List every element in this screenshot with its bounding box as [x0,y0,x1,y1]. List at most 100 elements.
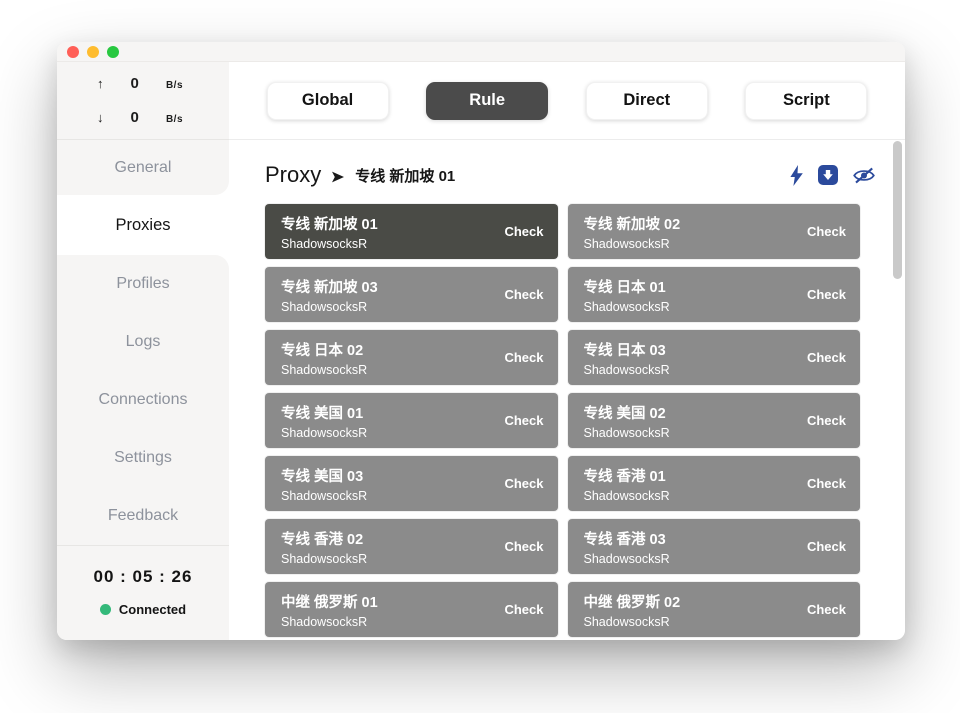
sidebar-item-general[interactable]: General [57,140,229,195]
check-button[interactable]: Check [504,287,543,302]
proxy-card[interactable]: 专线 美国 03 ShadowsocksR Check [265,456,558,511]
tab-rule[interactable]: Rule [426,82,548,120]
proxy-protocol: ShadowsocksR [281,237,378,251]
tab-direct[interactable]: Direct [586,82,708,120]
proxy-card[interactable]: 专线 香港 02 ShadowsocksR Check [265,519,558,574]
proxy-card[interactable]: 专线 日本 02 ShadowsocksR Check [265,330,558,385]
proxy-group-title: Proxy [265,162,321,188]
proxy-name: 专线 美国 02 [584,402,670,423]
proxy-card[interactable]: 中继 俄罗斯 02 ShadowsocksR Check [568,582,861,637]
proxy-card-info: 专线 美国 02 ShadowsocksR [584,402,670,440]
main-panel: Global Rule Direct Script Proxy 专线 新加坡 01 [229,62,905,639]
upload-speed-value: 0 [131,75,139,92]
proxy-card[interactable]: 专线 日本 01ShadowsocksR Check [568,267,861,322]
check-button[interactable]: Check [807,476,846,491]
sidebar-item-logs[interactable]: Logs [57,313,229,371]
proxy-name: 专线 日本 03 [584,339,670,360]
check-button[interactable]: Check [504,350,543,365]
proxy-card-info: 专线 日本 02 ShadowsocksR [281,339,367,377]
proxy-card-info: 专线 香港 03 ShadowsocksR [584,528,670,566]
proxy-card[interactable]: 专线 新加坡 01 ShadowsocksR Check [265,204,558,259]
lightning-icon[interactable] [790,165,803,186]
minimize-window-icon[interactable] [87,46,99,58]
check-button[interactable]: Check [504,476,543,491]
sidebar-nav: GeneralProxiesProfilesLogsConnectionsSet… [57,140,229,545]
proxy-name: 专线 美国 03 [281,465,367,486]
proxy-card[interactable]: 中继 俄罗斯 01ShadowsocksR Check [265,582,558,637]
check-button[interactable]: Check [807,287,846,302]
proxy-card-info: 专线 香港 02 ShadowsocksR [281,528,367,566]
traffic-speed-box: ↑ 0 B/s ↓ 0 B/s [57,62,229,140]
proxy-protocol: ShadowsocksR [584,552,670,566]
header-actions [790,165,875,186]
proxy-grid: 专线 新加坡 01 ShadowsocksR Check 专线 新加坡 02 Shado… [265,204,860,637]
proxy-name: 中继 俄罗斯 02 [584,591,681,612]
proxy-protocol: ShadowsocksR [281,615,378,629]
proxy-card-info: 专线 香港 01ShadowsocksR [584,465,670,503]
proxy-name: 专线 新加坡 01 [281,213,378,234]
proxy-card[interactable]: 专线 日本 03 ShadowsocksR Check [568,330,861,385]
proxy-card-info: 专线 新加坡 02 ShadowsocksR [584,213,681,251]
download-speed-value: 0 [131,109,139,126]
check-button[interactable]: Check [807,602,846,617]
mode-tab-bar: Global Rule Direct Script [229,62,905,140]
proxy-name: 专线 香港 02 [281,528,367,549]
check-button[interactable]: Check [504,224,543,239]
sidebar-status-box: 00 : 05 : 26 Connected [57,545,229,640]
sidebar-item-connections[interactable]: Connections [57,371,229,429]
tab-script[interactable]: Script [745,82,867,120]
proxy-name: 专线 日本 01 [584,276,670,297]
proxy-card-info: 中继 俄罗斯 01ShadowsocksR [281,591,378,629]
content-header: Proxy 专线 新加坡 01 [265,140,875,204]
proxy-name: 专线 新加坡 02 [584,213,681,234]
proxy-protocol: ShadowsocksR [584,615,681,629]
proxy-protocol: ShadowsocksR [281,552,367,566]
proxy-card-info: 中继 俄罗斯 02 ShadowsocksR [584,591,681,629]
tab-global[interactable]: Global [267,82,389,120]
proxy-card[interactable]: 专线 美国 01ShadowsocksR Check [265,393,558,448]
proxy-name: 专线 香港 01 [584,465,670,486]
check-button[interactable]: Check [504,539,543,554]
sidebar-item-settings[interactable]: Settings [57,429,229,487]
check-button[interactable]: Check [504,413,543,428]
check-button[interactable]: Check [807,350,846,365]
proxy-card-info: 专线 日本 01ShadowsocksR [584,276,670,314]
proxy-protocol: ShadowsocksR [584,363,670,377]
proxy-protocol: ShadowsocksR [281,363,367,377]
proxy-card[interactable]: 专线 香港 03 ShadowsocksR Check [568,519,861,574]
proxy-name: 专线 香港 03 [584,528,670,549]
proxy-card-info: 专线 美国 03 ShadowsocksR [281,465,367,503]
proxy-card[interactable]: 专线 美国 02 ShadowsocksR Check [568,393,861,448]
latency-test-icon[interactable] [818,165,838,185]
close-window-icon[interactable] [67,46,79,58]
check-button[interactable]: Check [504,602,543,617]
sidebar-item-feedback[interactable]: Feedback [57,487,229,545]
breadcrumb: Proxy 专线 新加坡 01 [265,162,455,188]
check-button[interactable]: Check [807,413,846,428]
upload-arrow-icon: ↑ [97,76,104,91]
proxy-protocol: ShadowsocksR [584,426,670,440]
sidebar-item-proxies[interactable]: Proxies [57,195,229,255]
proxy-card[interactable]: 专线 新加坡 02 ShadowsocksR Check [568,204,861,259]
check-button[interactable]: Check [807,224,846,239]
status-dot-icon [100,604,111,615]
proxy-protocol: ShadowsocksR [281,426,367,440]
check-button[interactable]: Check [807,539,846,554]
zoom-window-icon[interactable] [107,46,119,58]
status-label: Connected [119,602,186,617]
proxy-protocol: ShadowsocksR [281,489,367,503]
eye-off-icon[interactable] [853,167,875,184]
proxy-card-info: 专线 美国 01ShadowsocksR [281,402,367,440]
window-titlebar [57,42,905,62]
upload-speed-unit: B/s [166,80,183,91]
connection-status: Connected [100,602,186,617]
sidebar-item-profiles[interactable]: Profiles [57,255,229,313]
sidebar: ↑ 0 B/s ↓ 0 B/s GeneralProxiesProfilesLo… [57,62,229,639]
breadcrumb-arrow-icon [332,168,344,183]
proxy-card[interactable]: 专线 新加坡 03ShadowsocksRCheck [265,267,558,322]
proxy-card[interactable]: 专线 香港 01ShadowsocksR Check [568,456,861,511]
proxy-name: 专线 新加坡 03 [281,276,378,297]
scrollbar-thumb[interactable] [893,141,902,279]
proxy-protocol: ShadowsocksR [584,237,681,251]
proxy-name: 专线 日本 02 [281,339,367,360]
